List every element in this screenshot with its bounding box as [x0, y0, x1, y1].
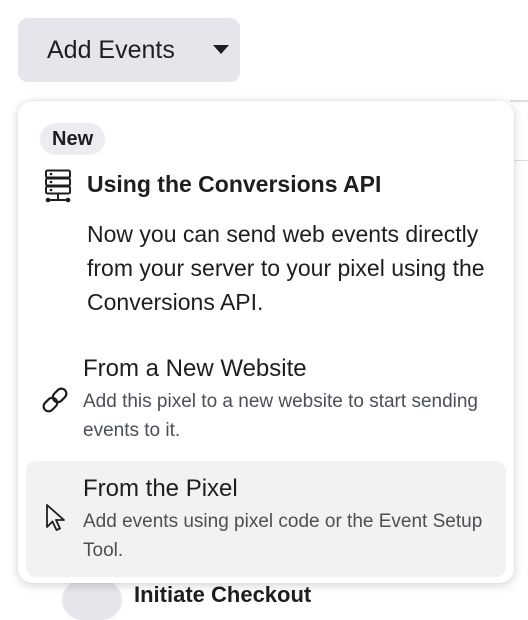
new-badge: New [40, 123, 106, 155]
background-event-name: Initiate Checkout [134, 582, 312, 607]
link-icon [42, 387, 68, 413]
server-icon [45, 169, 71, 203]
add-events-label: Add Events [47, 35, 175, 64]
background-divider [512, 160, 528, 161]
from-the-pixel-option[interactable]: From the Pixel Add events using pixel co… [26, 461, 506, 577]
add-events-menu: New Using the Conversions API Now you ca… [18, 101, 514, 583]
option-description: Add events using pixel code or the Event… [83, 511, 483, 561]
conversions-api-description: Now you can send web events directly fro… [87, 221, 485, 315]
conversions-api-title: Using the Conversions API [87, 171, 382, 197]
background-event-icon [62, 580, 122, 620]
option-description: Add this pixel to a new website to start… [83, 391, 479, 441]
caret-down-icon [213, 45, 229, 54]
option-title: From the Pixel [83, 475, 238, 502]
option-title: From a New Website [83, 355, 307, 382]
add-events-button[interactable]: Add Events [18, 18, 240, 82]
cursor-icon [46, 504, 65, 531]
background-divider [510, 100, 528, 102]
from-new-website-option[interactable]: From a New Website Add this pixel to a n… [26, 345, 506, 453]
